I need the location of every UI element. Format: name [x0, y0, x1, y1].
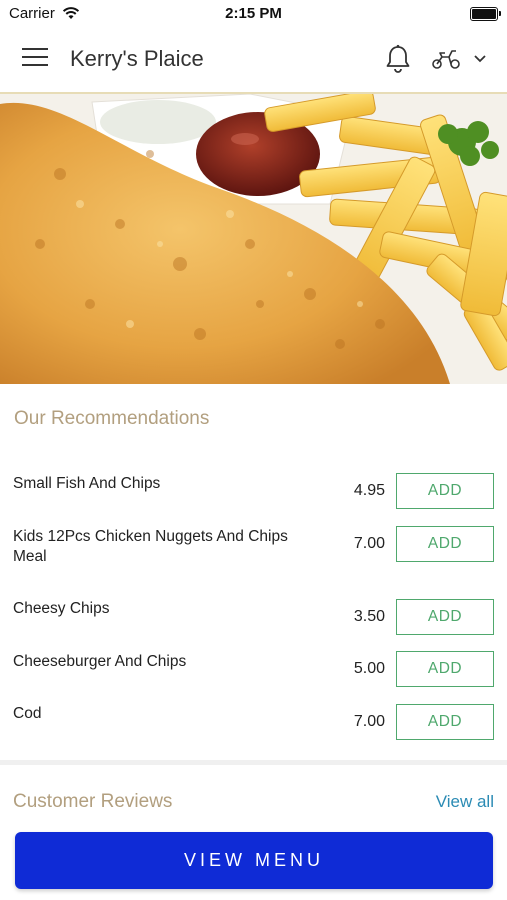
item-name: Cheesy Chips	[13, 600, 110, 617]
add-button[interactable]: ADD	[396, 704, 494, 740]
restaurant-title: Kerry's Plaice	[70, 46, 204, 71]
bell-icon[interactable]	[384, 44, 412, 74]
add-button[interactable]: ADD	[396, 473, 494, 509]
item-price: 7.00	[353, 713, 385, 730]
chevron-down-icon[interactable]	[473, 54, 487, 64]
item-price: 4.95	[353, 482, 385, 499]
reviews-title: Customer Reviews	[13, 791, 173, 812]
status-bar: Carrier 2:15 PM	[0, 0, 507, 28]
item-name: Cod	[13, 705, 42, 722]
item-name: Small Fish And Chips	[13, 475, 161, 492]
fish-and-chips-photo	[0, 94, 507, 384]
view-all-link[interactable]: View all	[436, 792, 494, 812]
item-name: Cheeseburger And Chips	[13, 653, 187, 670]
hero-image	[0, 94, 507, 384]
item-price: 7.00	[353, 535, 385, 552]
add-button[interactable]: ADD	[396, 651, 494, 687]
item-price: 5.00	[353, 660, 385, 677]
view-menu-button[interactable]: VIEW MENU	[15, 832, 493, 889]
add-button[interactable]: ADD	[396, 599, 494, 635]
item-name: Kids 12Pcs Chicken Nuggets And Chips Mea…	[13, 528, 288, 565]
section-divider	[0, 760, 507, 765]
add-button[interactable]: ADD	[396, 526, 494, 562]
clock-time: 2:15 PM	[225, 5, 282, 22]
battery-icon	[470, 7, 501, 21]
recommendations-title: Our Recommendations	[14, 408, 210, 429]
scooter-icon[interactable]	[431, 48, 461, 70]
menu-icon[interactable]	[22, 48, 48, 68]
app-header: Kerry's Plaice	[0, 28, 507, 94]
item-price: 3.50	[353, 608, 385, 625]
